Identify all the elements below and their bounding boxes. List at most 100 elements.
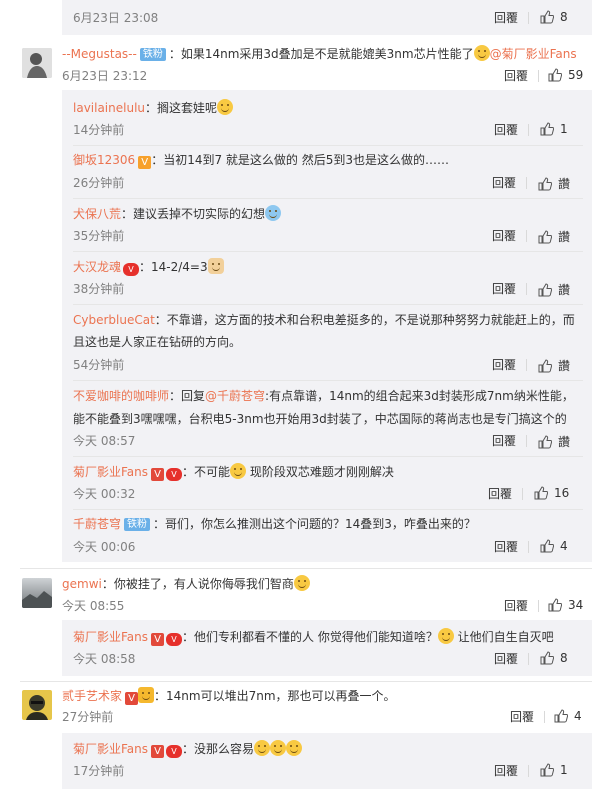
thumbs-up-icon — [538, 229, 552, 243]
reply-time: 26分钟前 — [73, 176, 125, 190]
like-count: 讚 — [558, 435, 571, 449]
reply-button[interactable]: 回覆 — [488, 486, 512, 502]
comment-time: 6月23日 23:12 — [62, 69, 148, 83]
thumbs-up-icon — [548, 598, 562, 612]
smile-emoji-icon — [270, 740, 287, 756]
comment-text: ：如果14nm采用3d叠加是不是就能媲美3nm芯片性能了 — [168, 47, 474, 61]
reply-text: 让他们自生自灭吧 — [453, 630, 554, 644]
like-button[interactable]: 34 — [548, 598, 583, 612]
comment-text: ：14nm可以堆出7nm，那也可以再叠一个。 — [154, 689, 396, 703]
like-count: 1 — [560, 122, 568, 136]
username[interactable]: lavilainelulu — [73, 101, 145, 115]
username[interactable]: CyberblueCat — [73, 313, 155, 327]
thumbs-up-icon — [538, 176, 552, 190]
reply-button[interactable]: 回覆 — [510, 709, 534, 725]
like-button[interactable]: 讚 — [538, 357, 570, 374]
thumbs-up-icon — [548, 68, 562, 82]
thumbs-up-icon — [540, 763, 554, 777]
username[interactable]: 御坂12306 — [73, 153, 135, 167]
like-count: 1 — [560, 763, 568, 777]
username[interactable]: 千蔚苍穹 — [73, 517, 121, 531]
username[interactable]: gemwi — [62, 577, 102, 591]
thumbs-up-icon — [538, 358, 552, 372]
divider — [538, 70, 539, 82]
reply-button[interactable]: 回覆 — [492, 228, 516, 244]
reply-time: 今天 08:58 — [73, 652, 136, 666]
reply-button[interactable]: 回覆 — [504, 68, 528, 84]
username[interactable]: 菊厂影业Fans — [73, 742, 148, 756]
reply-button[interactable]: 回覆 — [492, 281, 516, 297]
reply-line: 不爱咖啡的咖啡师：回复@千蔚苍穹:有点靠谱，14nm的组合起来3d封装形成7nm… — [73, 388, 574, 404]
avatar[interactable] — [22, 48, 52, 78]
comment-time: 6月23日 23:08 — [73, 11, 159, 25]
like-count: 4 — [574, 709, 582, 723]
avatar[interactable] — [22, 578, 52, 608]
like-count: 讚 — [558, 283, 571, 297]
smile-emoji-icon — [293, 575, 310, 591]
like-button[interactable]: 讚 — [538, 281, 570, 298]
reply-button[interactable]: 回覆 — [494, 539, 518, 555]
reply-button[interactable]: 回覆 — [494, 122, 518, 138]
like-button[interactable]: 8 — [540, 651, 568, 665]
vip-badge-icon: V — [166, 633, 183, 646]
smile-emoji-icon — [254, 740, 271, 756]
reply-button[interactable]: 回覆 — [492, 433, 516, 449]
divider — [73, 509, 583, 510]
username[interactable]: --Megustas-- — [62, 47, 137, 61]
username[interactable]: 大汉龙魂 — [73, 260, 121, 274]
cat-emoji-icon — [207, 258, 224, 274]
like-button[interactable]: 4 — [554, 709, 582, 723]
like-button[interactable]: 讚 — [538, 175, 570, 192]
like-button[interactable]: 8 — [540, 10, 568, 24]
reply-text-continued: 且这也是人家正在钻研的方向。 — [73, 335, 242, 349]
divider — [73, 304, 583, 305]
divider — [526, 283, 527, 295]
reply-button[interactable]: 回覆 — [494, 10, 518, 26]
username[interactable]: 贰手艺术家 — [62, 689, 122, 703]
reply-button[interactable]: 回覆 — [492, 357, 516, 373]
like-count: 8 — [560, 10, 568, 24]
mention-link[interactable]: @菊厂影业Fans — [490, 47, 577, 61]
comment-divider — [20, 568, 592, 569]
username[interactable]: 菊厂影业Fans — [73, 465, 148, 479]
reply-text: ：当初14到7 就是这么做的 然后5到3也是这么做的…… — [151, 153, 449, 167]
avatar[interactable] — [22, 690, 52, 720]
divider — [528, 124, 529, 136]
verified-icon: V — [151, 633, 165, 646]
comment-divider — [20, 681, 592, 682]
doge-emoji-icon — [437, 628, 454, 644]
reply-line: 菊厂影业Fans V V ：不可能 现阶段双芯难题才刚刚解决 — [73, 463, 394, 481]
like-button[interactable]: 16 — [534, 486, 569, 500]
reply-button[interactable]: 回覆 — [494, 763, 518, 779]
username[interactable]: 菊厂影业Fans — [73, 630, 148, 644]
username[interactable]: 犬保八荒 — [73, 207, 121, 221]
like-button[interactable]: 4 — [540, 539, 568, 553]
reply-button[interactable]: 回覆 — [492, 175, 516, 191]
reply-text: ：回复 — [169, 389, 206, 403]
reply-line: 大汉龙魂 V ：14-2/4=3 — [73, 258, 224, 276]
fan-badge: 铁粉 — [139, 48, 166, 61]
reply-text: ：不可能 — [182, 465, 231, 479]
like-button[interactable]: 1 — [540, 122, 568, 136]
username[interactable]: 不爱咖啡的咖啡师 — [73, 389, 169, 403]
like-count: 讚 — [558, 359, 571, 373]
like-button[interactable]: 讚 — [538, 228, 570, 245]
reply-line: 千蔚苍穹 铁粉 ：哥们，你怎么推测出这个问题的？14叠到3，咋叠出来的？ — [73, 516, 476, 532]
like-button[interactable]: 讚 — [538, 433, 570, 450]
reply-line: 御坂12306 V ：当初14到7 就是这么做的 然后5到3也是这么做的…… — [73, 152, 449, 169]
divider — [538, 600, 539, 612]
like-button[interactable]: 59 — [548, 68, 583, 82]
reply-text: ：不靠谱，这方面的技术和台积电差挺多的，不是说那种努努力就能赶上的，而 — [154, 313, 575, 327]
like-count: 讚 — [558, 177, 571, 191]
divider — [73, 198, 583, 199]
divider — [526, 359, 527, 371]
mention-link[interactable]: @千蔚苍穹 — [205, 389, 265, 403]
reply-button[interactable]: 回覆 — [494, 651, 518, 667]
like-button[interactable]: 1 — [540, 763, 568, 777]
divider — [522, 488, 523, 500]
vip-badge-icon: V — [166, 468, 183, 481]
reply-time: 14分钟前 — [73, 123, 125, 137]
reply-text: :有点靠谱，14nm的组合起来3d封装形成7nm纳米性能， — [265, 389, 574, 403]
reply-button[interactable]: 回覆 — [504, 598, 528, 614]
divider — [73, 456, 583, 457]
